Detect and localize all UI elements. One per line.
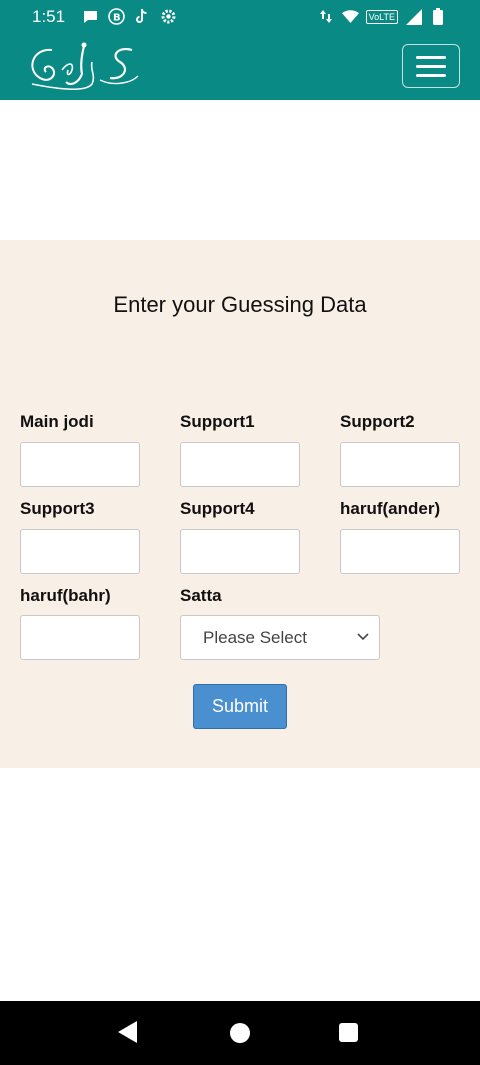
status-left-icons: B	[82, 8, 177, 25]
guessing-form: Enter your Guessing Data Main jodi Suppo…	[0, 240, 480, 768]
chevron-down-icon	[357, 616, 369, 676]
back-icon[interactable]	[118, 1021, 138, 1048]
chat-bubble-icon	[82, 8, 99, 25]
b-badge-icon: B	[108, 8, 125, 25]
support3-label: Support3	[20, 499, 95, 518]
recents-icon[interactable]	[339, 1023, 358, 1042]
tiktok-icon	[134, 8, 151, 25]
wifi-icon	[341, 8, 359, 25]
status-right-icons: VoLTE	[318, 8, 446, 25]
volte-badge: VoLTE	[365, 9, 398, 24]
support4-label: Support4	[180, 499, 255, 518]
battery-icon	[429, 8, 446, 25]
support2-label: Support2	[340, 412, 415, 431]
haruf-bahr-input[interactable]	[20, 615, 140, 660]
haruf-bahr-label: haruf(bahr)	[20, 586, 111, 605]
support3-input[interactable]	[20, 529, 140, 574]
svg-text:B: B	[113, 13, 121, 24]
satta-selected-value: Please Select	[203, 628, 307, 647]
haruf-ander-label: haruf(ander)	[340, 499, 441, 518]
status-bar: 1:51 B VoLTE	[0, 0, 480, 34]
app-bar	[0, 34, 480, 100]
main-jodi-input[interactable]	[20, 442, 140, 487]
hamburger-menu-button[interactable]	[402, 44, 460, 88]
site-logo[interactable]	[22, 40, 142, 101]
submit-button[interactable]: Submit	[193, 684, 287, 729]
main-jodi-label: Main jodi	[20, 412, 94, 431]
haruf-ander-input[interactable]	[340, 529, 460, 574]
support1-label: Support1	[180, 412, 255, 431]
support1-input[interactable]	[180, 442, 300, 487]
hamburger-menu-icon	[416, 55, 446, 59]
data-arrows-icon	[318, 8, 335, 25]
settings-icon	[160, 8, 177, 25]
system-nav-bar	[0, 1001, 480, 1065]
satta-label: Satta	[180, 586, 222, 605]
support4-input[interactable]	[180, 529, 300, 574]
status-time: 1:51	[32, 7, 66, 26]
home-icon[interactable]	[230, 1023, 250, 1043]
satta-select[interactable]: Please Select	[180, 615, 380, 660]
support2-input[interactable]	[340, 442, 460, 487]
form-title: Enter your Guessing Data	[113, 292, 367, 317]
signal-icon	[405, 8, 422, 25]
